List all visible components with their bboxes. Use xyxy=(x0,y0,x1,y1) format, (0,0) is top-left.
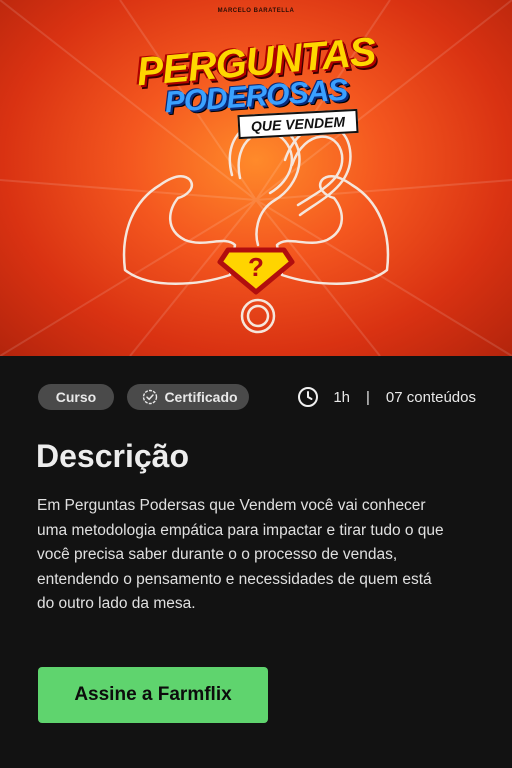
description-heading: Descrição xyxy=(36,438,189,474)
contents-count: 07 conteúdos xyxy=(385,388,476,406)
course-meta: Curso Certificado 1h | 07 conteúdos xyxy=(38,384,476,410)
course-banner: ? MARCELO BARATELLA PERGUNTAS PODEROSAS … xyxy=(0,0,512,356)
type-chip: Curso xyxy=(38,384,114,410)
course-stats: 1h | 07 conteúdos xyxy=(297,384,476,410)
hero-badge-icon: ? xyxy=(217,247,295,295)
author-name: MARCELO BARATELLA xyxy=(217,8,295,14)
description-text: Em Perguntas Podersas que Vendem você va… xyxy=(37,497,444,612)
question-mark-doodle xyxy=(228,121,352,334)
subscribe-button[interactable]: Assine a Farmflix xyxy=(38,667,268,723)
stats-separator: | xyxy=(366,388,370,406)
duration-text: 1h xyxy=(333,388,351,406)
certificate-chip: Certificado xyxy=(127,384,249,410)
check-circle-icon xyxy=(142,389,158,405)
svg-text:?: ? xyxy=(248,252,264,282)
certificate-label: Certificado xyxy=(164,389,238,405)
clock-icon xyxy=(297,386,319,408)
